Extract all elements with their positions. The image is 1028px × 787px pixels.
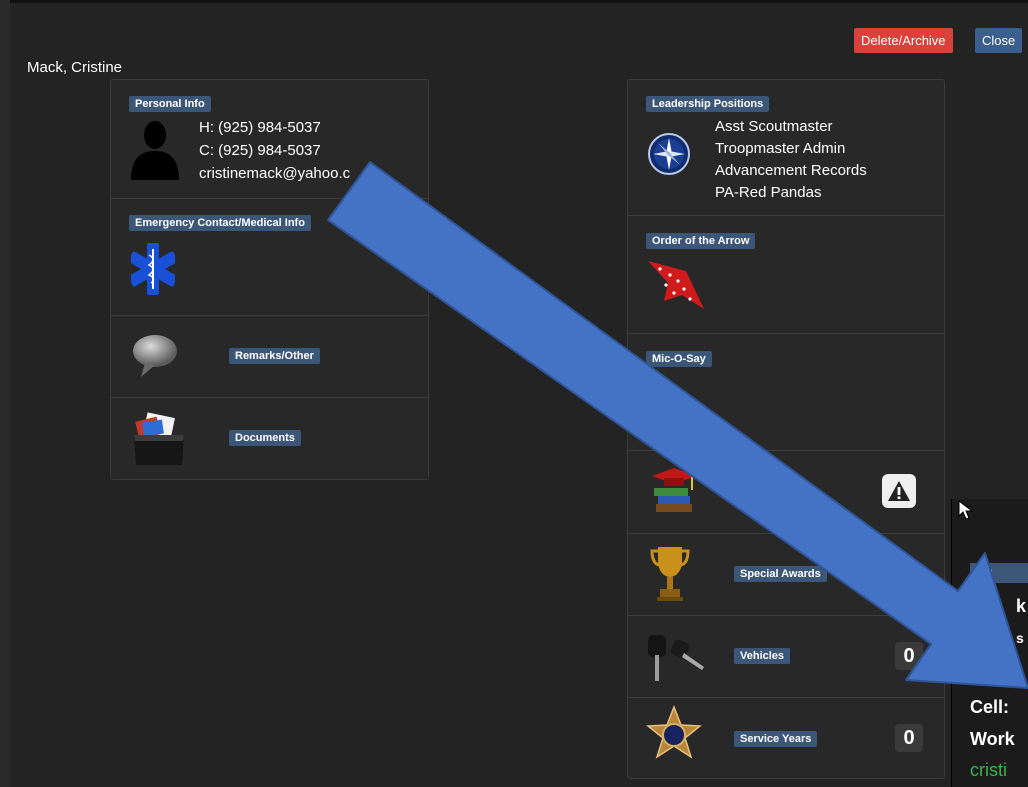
documents-tag[interactable]: Documents [229,430,301,446]
order-of-the-arrow-section[interactable]: Order of the Arrow [628,215,944,334]
personal-info-section[interactable]: Personal Info H: (925) 984-5037 C: (925)… [111,80,428,199]
overlay-work-label: Work [970,729,1015,749]
leadership-position: PA-Red Pandas [715,184,822,201]
contact-tag-fragment: C ta [970,563,1028,583]
trophy-icon [650,547,690,601]
mouse-cursor-icon [958,500,974,520]
special-awards-tag[interactable]: Special Awards [734,566,827,582]
vehicles-tag[interactable]: Vehicles [734,648,791,664]
email-link[interactable]: cristinemack@yahoo.c [199,165,350,183]
mic-o-say-section[interactable]: Mic-O-Say [628,333,944,451]
remarks-section[interactable]: Remarks/Other [111,315,428,398]
star-of-life-icon [131,243,175,295]
window-top-border [0,0,1028,3]
leadership-position: Troopmaster Admin [715,140,846,157]
service-years-count: 0 [895,724,923,752]
leadership-positions-section[interactable]: Leadership Positions Asst Scoutmaster Tr… [628,80,944,216]
graduation-books-icon [652,468,696,512]
emergency-contact-section[interactable]: Emergency Contact/Medical Info [111,198,428,316]
window-left-edge [0,0,10,787]
special-awards-section[interactable]: Special Awards [628,533,944,616]
leadership-position: Advancement Records [715,162,867,179]
folder-documents-icon [134,412,184,465]
order-of-the-arrow-tag[interactable]: Order of the Arrow [646,233,756,249]
awards-section[interactable] [628,450,944,534]
star-medal-icon [646,705,702,759]
warning-icon[interactable] [882,474,916,508]
service-years-section[interactable]: Service Years 0 [628,697,944,777]
leadership-positions-tag[interactable]: Leadership Positions [646,96,770,112]
cell-phone: C: (925) 984-5037 [199,142,321,159]
member-name: Mack, Cristine [27,59,123,76]
overlay-text-fragment: s [1016,630,1024,646]
close-button[interactable]: Close [975,28,1023,53]
red-arrowhead-icon [648,261,704,309]
home-phone: H: (925) 984-5037 [199,119,321,136]
vehicles-count: 0 [895,642,923,670]
speech-bubble-icon [133,335,177,377]
right-info-panel: Leadership Positions Asst Scoutmaster Tr… [627,79,945,779]
overlay-cell-label: Cell: [970,697,1010,717]
emergency-contact-tag[interactable]: Emergency Contact/Medical Info [129,215,311,231]
car-keys-icon [648,635,704,681]
mic-o-say-tag[interactable]: Mic-O-Say [646,351,712,367]
compass-icon [648,133,690,175]
overlay-home-label: Home [970,664,1021,684]
overlay-text-fragment: k [1016,596,1027,616]
personal-info-tag[interactable]: Personal Info [129,96,211,112]
remarks-other-tag[interactable]: Remarks/Other [229,348,320,364]
vehicles-section[interactable]: Vehicles 0 [628,615,944,698]
service-years-tag[interactable]: Service Years [734,731,818,747]
person-silhouette-icon [131,121,179,180]
leadership-position: Asst Scoutmaster [715,118,833,135]
delete-archive-button[interactable]: Delete/Archive [854,28,953,53]
documents-section[interactable]: Documents [111,397,428,479]
overlay-email-fragment: cristi [970,760,1007,780]
left-info-panel: Personal Info H: (925) 984-5037 C: (925)… [110,79,429,480]
